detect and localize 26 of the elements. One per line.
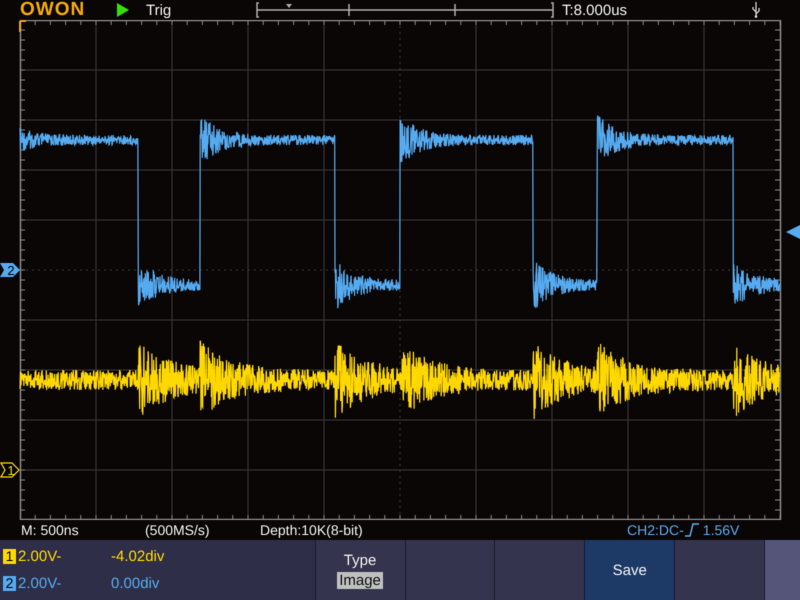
menu-label: Type [344, 552, 376, 568]
channel-marker: 1 [0, 462, 20, 478]
trigger-level-marker [786, 225, 800, 239]
channel-offset: 0.00div [111, 575, 160, 592]
run-state: Trig [146, 2, 172, 18]
usb-icon [752, 2, 760, 18]
play-icon [117, 3, 129, 17]
channel-offset: -4.02div [111, 548, 164, 565]
trigger-source-readout: CH2:DC- [627, 522, 684, 538]
trigger-position: T:8.000us [562, 2, 628, 18]
save-button[interactable]: Save [584, 540, 674, 600]
brand-logo: OWON [20, 0, 86, 20]
trigger-point-marker [19, 20, 26, 32]
channel-number: 2 [3, 576, 16, 591]
memory-depth-readout: Depth:10K(8-bit) [260, 522, 364, 538]
menu-value: Image [337, 572, 383, 588]
menu-side-panel [764, 540, 800, 600]
timebase-readout: M: 500ns [21, 522, 80, 538]
trigger-level-readout: 1.56V [702, 522, 740, 538]
channel-scale: 2.00V- [18, 575, 62, 592]
type-menu-button[interactable]: Type Image [314, 540, 404, 600]
channel-number: 1 [3, 549, 16, 564]
channel-scale: 2.00V- [18, 548, 62, 565]
channel-marker: 2 [0, 263, 20, 278]
sample-rate-readout: (500MS/s) [145, 522, 211, 538]
rising-edge-icon [684, 523, 699, 537]
